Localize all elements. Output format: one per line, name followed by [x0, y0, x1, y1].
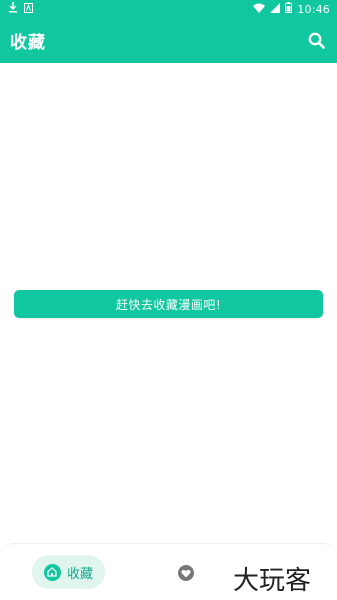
- status-bar: 10:46: [0, 0, 337, 18]
- search-button[interactable]: [305, 30, 327, 52]
- nav-item-favorites[interactable]: 收藏: [32, 555, 105, 589]
- signal-icon: [270, 2, 281, 16]
- page-title: 收藏: [10, 33, 46, 53]
- nav-item-favorites-label: 收藏: [66, 566, 93, 582]
- nav-item-heart[interactable]: [178, 565, 194, 581]
- wifi-icon: [253, 3, 266, 16]
- app-bar: 收藏: [0, 18, 337, 63]
- status-right: 10:46: [253, 2, 330, 16]
- watermark-logo: 大玩客: [233, 566, 312, 596]
- go-favorite-button[interactable]: 赶快去收藏漫画吧!: [14, 290, 323, 318]
- download-icon: [8, 2, 18, 16]
- status-left: [8, 2, 33, 16]
- heart-icon: [181, 569, 191, 577]
- main-content: 赶快去收藏漫画吧!: [0, 63, 337, 543]
- search-icon: [308, 32, 325, 49]
- status-time: 10:46: [297, 2, 330, 16]
- app-screen: 10:46 收藏 赶快去收藏漫画吧! 收藏 大玩客: [0, 0, 337, 600]
- home-icon: [43, 563, 61, 581]
- battery-icon: [285, 2, 293, 16]
- notification-icon: [24, 2, 33, 16]
